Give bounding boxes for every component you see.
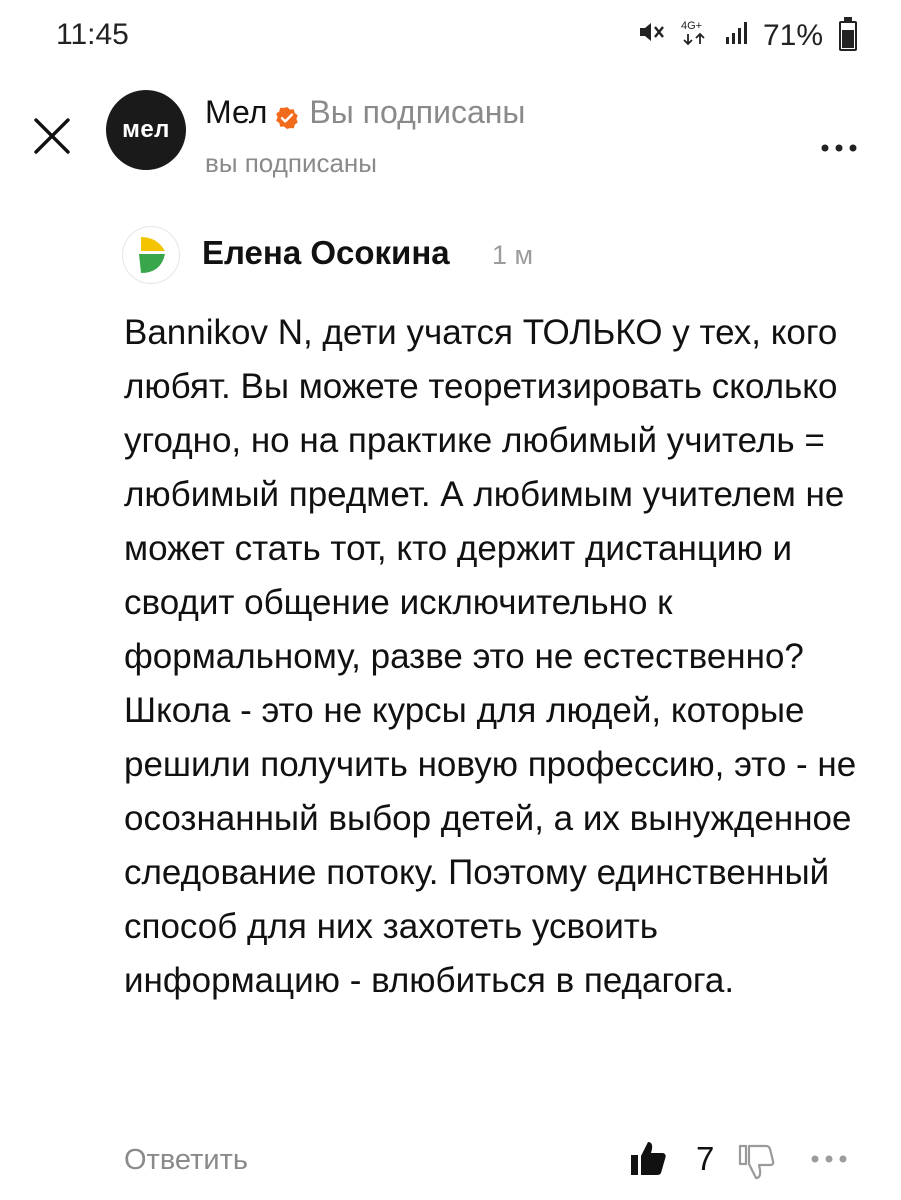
comment-actions: Ответить 7 <box>122 1134 872 1184</box>
network-type: 4G+ <box>681 20 702 32</box>
reply-button[interactable]: Ответить <box>124 1144 248 1177</box>
status-bar: 11:45 4G+ 71% <box>0 0 901 70</box>
channel-avatar[interactable]: мел <box>106 90 186 170</box>
more-icon <box>811 1155 847 1163</box>
signal-icon <box>725 19 751 53</box>
thumbs-down-icon <box>738 1144 775 1180</box>
channel-avatar-text: мел <box>122 116 170 143</box>
close-button[interactable] <box>30 114 74 158</box>
comment-author-avatar[interactable] <box>122 226 180 284</box>
more-icon <box>821 144 857 152</box>
verified-icon <box>275 101 299 129</box>
thumbs-up-icon <box>631 1142 666 1175</box>
network-icon: 4G+ <box>679 18 713 54</box>
channel-title-row: Мел Вы подписаны <box>205 94 525 131</box>
status-time: 11:45 <box>56 18 129 51</box>
mute-icon <box>637 19 667 53</box>
comment-author[interactable]: Елена Осокина <box>202 234 450 272</box>
like-count: 7 <box>696 1140 715 1177</box>
subscription-status: Вы подписаны <box>309 94 526 130</box>
channel-header: мел Мел Вы подписаны вы подписаны <box>0 78 901 198</box>
status-icons: 4G+ 71% <box>637 17 857 54</box>
comment-text: Bannikov N, дети учатся ТОЛЬКО у тех, ко… <box>124 313 857 1000</box>
battery-percent: 71% <box>762 19 823 52</box>
like-button[interactable] <box>628 1138 668 1178</box>
close-icon <box>34 118 70 154</box>
header-more-button[interactable] <box>819 118 859 163</box>
comment-more-button[interactable] <box>810 1138 848 1172</box>
channel-name[interactable]: Мел <box>205 94 267 131</box>
dislike-button[interactable] <box>736 1142 776 1182</box>
subscription-subtitle: вы подписаны <box>205 148 377 178</box>
battery-icon <box>839 17 857 51</box>
comment-time: 1 м <box>492 240 534 270</box>
author-logo-icon <box>139 237 165 273</box>
